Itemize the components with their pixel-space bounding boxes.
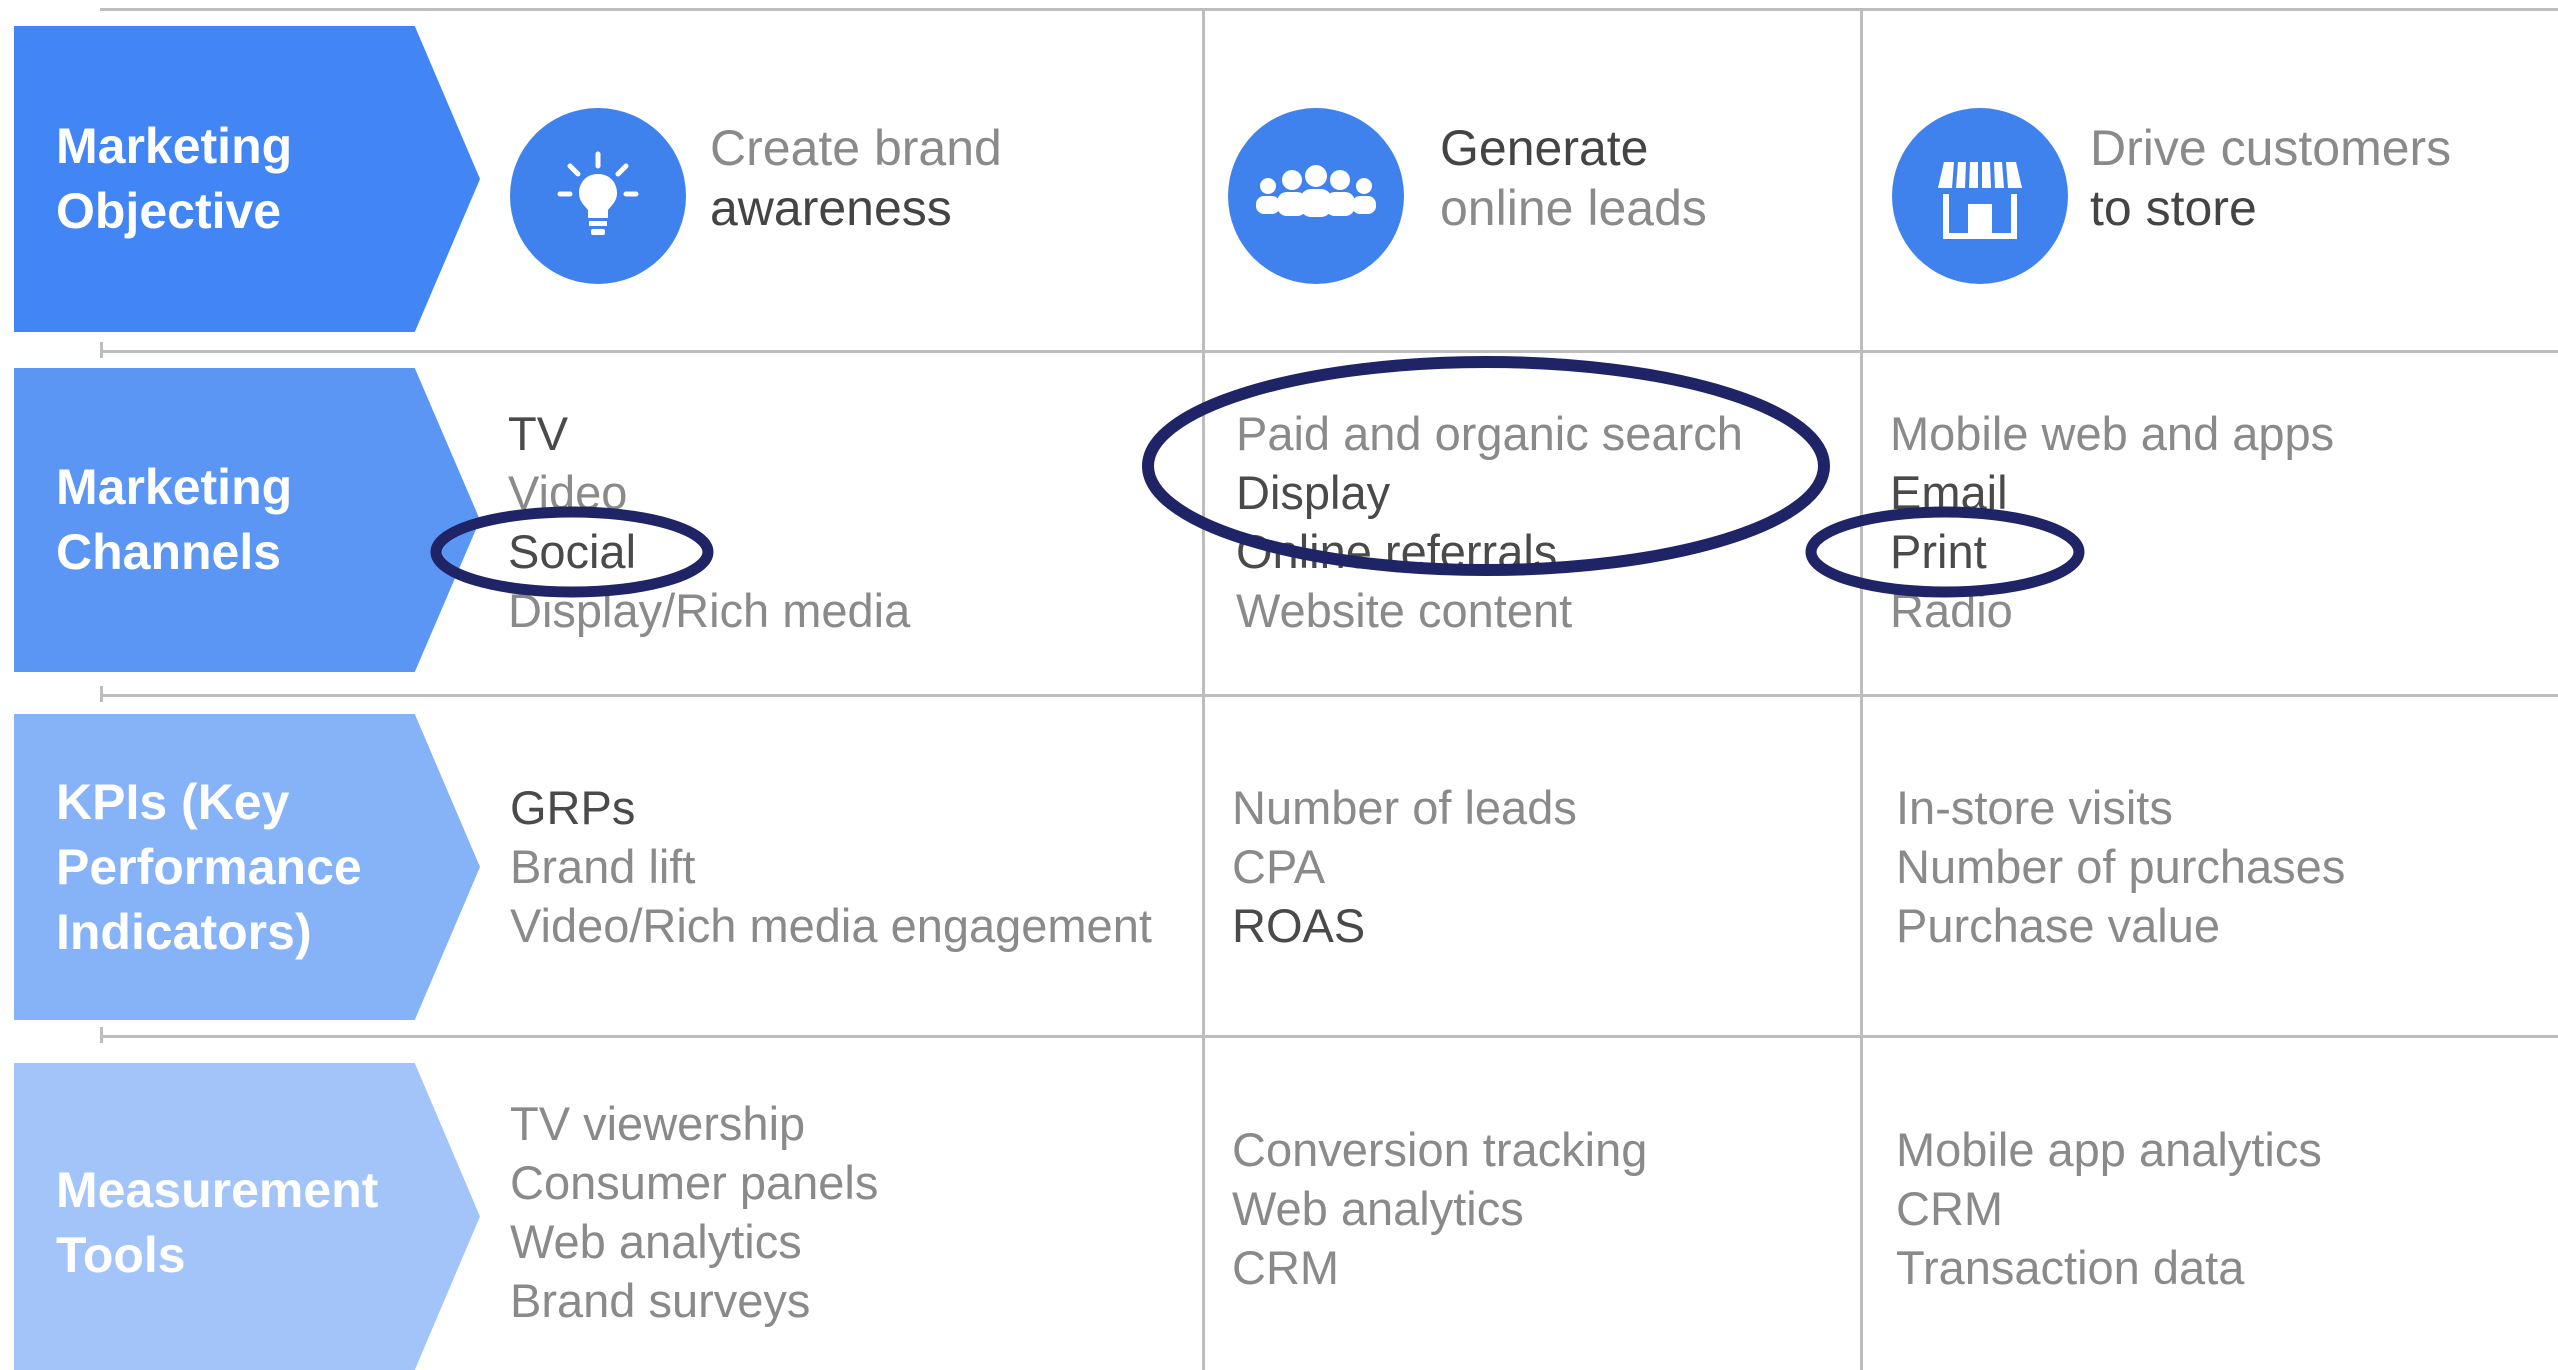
- row-divider-1: [100, 350, 2558, 353]
- channel-item: TV: [508, 407, 569, 460]
- row-label-kpis: KPIs (Key Performance Indicators): [14, 714, 480, 1020]
- tool-item: Conversion tracking: [1232, 1123, 1648, 1176]
- objective-line-2: online leads: [1440, 180, 1707, 236]
- objective-line-2: to store: [2090, 180, 2257, 236]
- objective-line-1: Generate: [1440, 120, 1649, 176]
- channel-item: Social: [508, 525, 637, 578]
- tool-item: Brand surveys: [510, 1274, 811, 1327]
- channel-item: Email: [1890, 466, 2008, 519]
- channel-item: Radio: [1890, 584, 2013, 637]
- kpi-item: Video/Rich media engagement: [510, 899, 1152, 952]
- channel-item: Video: [508, 466, 628, 519]
- tools-brand-awareness: TV viewership Consumer panels Web analyt…: [510, 1094, 878, 1330]
- row-tick-1: [100, 342, 103, 358]
- row-label-text: Measurement Tools: [56, 1161, 379, 1283]
- row-label-text: Marketing Channels: [56, 459, 293, 580]
- row-label-measurement-tools: Measurement Tools: [14, 1063, 480, 1370]
- channel-item: Paid and organic search: [1236, 407, 1743, 460]
- tool-item: Web analytics: [510, 1215, 802, 1268]
- channel-item: Mobile web and apps: [1890, 407, 2335, 460]
- kpis-brand-awareness: GRPs Brand lift Video/Rich media engagem…: [510, 778, 1152, 955]
- people-group-icon: [1228, 108, 1404, 284]
- lightbulb-icon: [510, 108, 686, 284]
- kpi-item: In-store visits: [1896, 781, 2173, 834]
- tool-item: TV viewership: [510, 1097, 806, 1150]
- column-divider-1: [1202, 8, 1205, 1370]
- kpi-item: ROAS: [1232, 899, 1366, 952]
- row-divider-3: [100, 1035, 2558, 1038]
- kpi-item: GRPs: [510, 781, 636, 834]
- objective-drive-to-store: Drive customers to store: [2090, 118, 2451, 238]
- kpis-drive-to-store: In-store visits Number of purchases Purc…: [1896, 778, 2345, 955]
- row-tick-2: [100, 686, 103, 702]
- row-label-marketing-objective: Marketing Objective: [14, 26, 480, 332]
- tools-online-leads: Conversion tracking Web analytics CRM: [1232, 1120, 1647, 1297]
- kpi-item: Brand lift: [510, 840, 696, 893]
- kpi-item: CPA: [1232, 840, 1326, 893]
- kpi-item: Number of leads: [1232, 781, 1577, 834]
- tool-item: CRM: [1232, 1241, 1340, 1294]
- row-divider-2: [100, 694, 2558, 697]
- objective-line-1: Create brand: [710, 120, 1002, 176]
- channel-item: Online referrals: [1236, 525, 1558, 578]
- row-label-marketing-channels: Marketing Channels: [14, 368, 480, 672]
- kpis-online-leads: Number of leads CPA ROAS: [1232, 778, 1577, 955]
- channels-drive-to-store: Mobile web and apps Email Print Radio: [1890, 404, 2334, 640]
- tool-item: Mobile app analytics: [1896, 1123, 2322, 1176]
- row-label-text: Marketing Objective: [56, 118, 293, 239]
- row-label-text: KPIs (Key Performance Indicators): [56, 773, 362, 960]
- objective-online-leads: Generate online leads: [1440, 118, 1707, 238]
- tool-item: CRM: [1896, 1182, 2004, 1235]
- tools-drive-to-store: Mobile app analytics CRM Transaction dat…: [1896, 1120, 2322, 1297]
- channel-item: Print: [1890, 525, 1987, 578]
- tool-item: Transaction data: [1896, 1241, 2245, 1294]
- objective-brand-awareness: Create brand awareness: [710, 118, 1002, 238]
- channel-item: Website content: [1236, 584, 1573, 637]
- kpi-item: Purchase value: [1896, 899, 2220, 952]
- objective-line-1: Drive customers: [2090, 120, 2452, 176]
- channel-item: Display: [1236, 466, 1391, 519]
- tool-item: Consumer panels: [510, 1156, 879, 1209]
- tool-item: Web analytics: [1232, 1182, 1524, 1235]
- row-tick-3: [100, 1027, 103, 1043]
- storefront-icon: [1892, 108, 2068, 284]
- kpi-item: Number of purchases: [1896, 840, 2346, 893]
- channel-item: Display/Rich media: [508, 584, 911, 637]
- top-border-line: [100, 8, 2558, 11]
- channels-online-leads: Paid and organic search Display Online r…: [1236, 404, 1743, 640]
- column-divider-2: [1860, 8, 1863, 1370]
- channels-brand-awareness: TV Video Social Display/Rich media: [508, 404, 910, 640]
- objective-line-2: awareness: [710, 180, 952, 236]
